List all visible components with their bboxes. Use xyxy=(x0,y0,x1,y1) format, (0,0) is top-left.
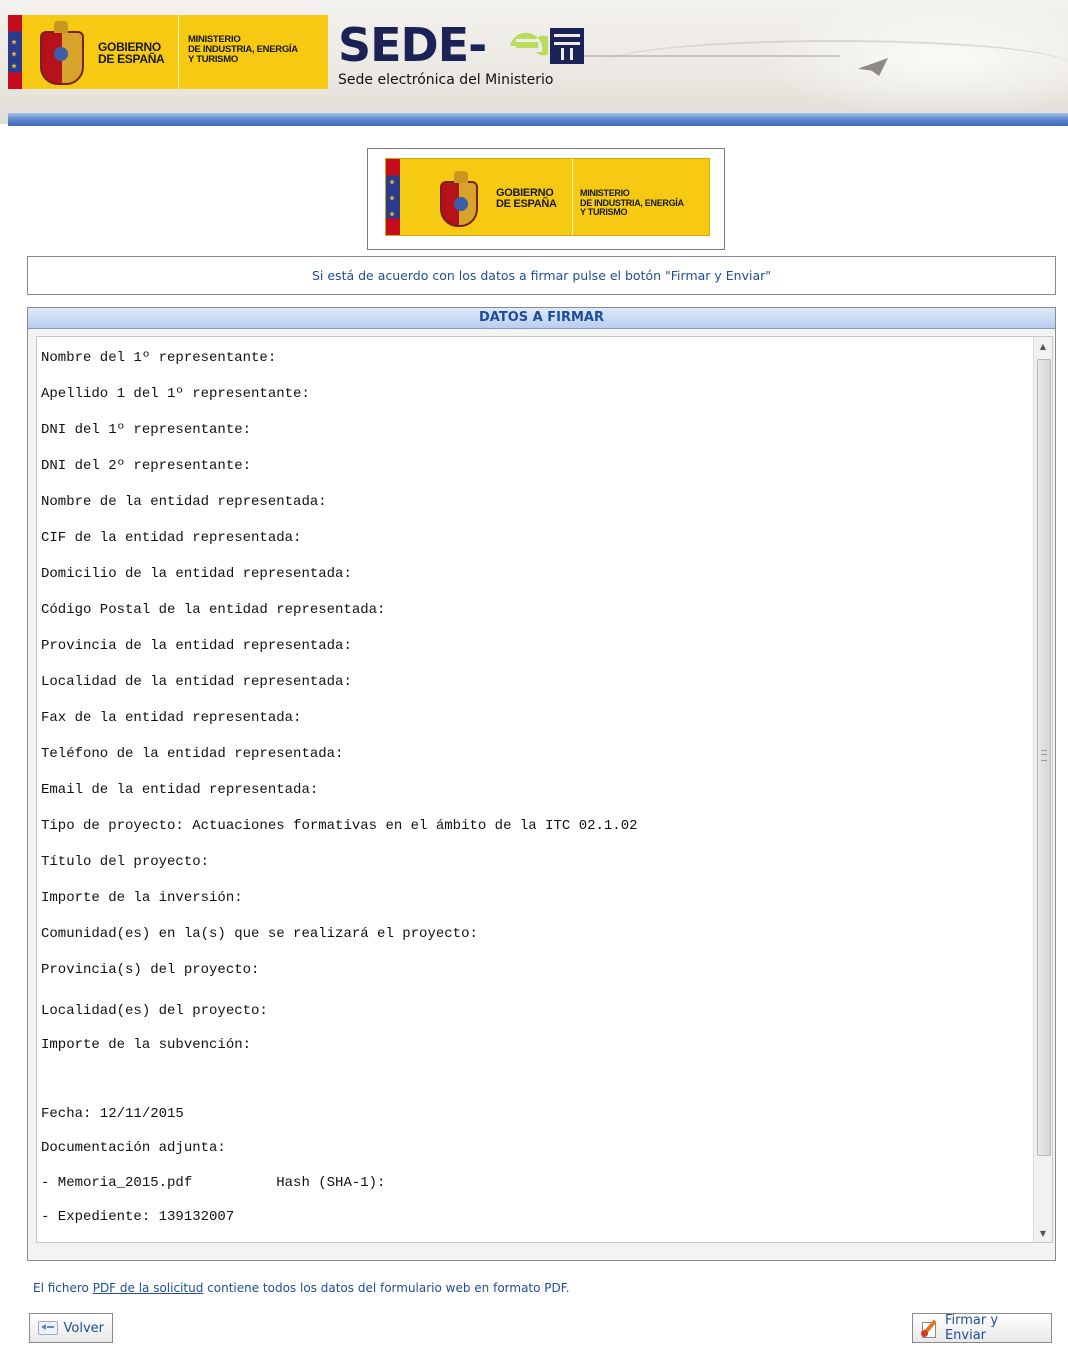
header-bar xyxy=(8,113,1068,126)
site-header: GOBIERNO DE ESPAÑA MINISTERIO DE INDUSTR… xyxy=(0,0,1068,124)
data-line: Importe de la subvención: xyxy=(41,1037,252,1053)
instruction-text: Si está de acuerdo con los datos a firma… xyxy=(311,268,771,283)
sign-and-send-button[interactable]: Firmar y Enviar xyxy=(912,1313,1052,1343)
sede-grid-icon xyxy=(550,28,584,64)
header-decoration-line xyxy=(560,55,840,57)
data-line: Código Postal de la entidad representada… xyxy=(41,602,386,618)
government-logo[interactable]: GOBIERNO DE ESPAÑA MINISTERIO DE INDUSTR… xyxy=(8,15,328,89)
data-line: Localidad(es) del proyecto: xyxy=(41,1003,268,1019)
sign-document-icon xyxy=(921,1319,939,1338)
data-line: Provincia(s) del proyecto: xyxy=(41,962,260,978)
data-line: CIF de la entidad representada: xyxy=(41,530,302,546)
pdf-note: El fichero PDF de la solicitud contiene … xyxy=(33,1281,570,1295)
vertical-scrollbar[interactable]: ▲ ▼ xyxy=(1033,337,1052,1242)
data-line: Provincia de la entidad representada: xyxy=(41,638,352,654)
sede-logo-title: SEDE- xyxy=(338,18,487,72)
instruction-notice: Si está de acuerdo con los datos a firma… xyxy=(27,256,1056,295)
data-line: Documentación adjunta: xyxy=(41,1140,226,1156)
data-line: Comunidad(es) en la(s) que se realizará … xyxy=(41,926,478,942)
data-line: DNI del 1º representante: xyxy=(41,422,252,438)
data-line: Email de la entidad representada: xyxy=(41,782,319,798)
data-line: Fecha: 12/11/2015 xyxy=(41,1106,184,1122)
coat-of-arms-icon xyxy=(40,21,84,85)
data-line: Domicilio de la entidad representada: xyxy=(41,566,352,582)
ministry-logo-frame: GOBIERNO DE ESPAÑA MINISTERIO DE INDUSTR… xyxy=(367,148,725,250)
data-line: Título del proyecto: xyxy=(41,854,210,870)
scroll-thumb[interactable] xyxy=(1037,359,1051,1156)
data-line: - Expediente: 139132007 xyxy=(41,1209,235,1225)
logo-gov-name: GOBIERNO DE ESPAÑA xyxy=(496,187,557,210)
gov-name: GOBIERNO DE ESPAÑA xyxy=(98,40,165,66)
pdf-link[interactable]: PDF de la solicitud xyxy=(93,1281,204,1295)
ministry-name: MINISTERIO DE INDUSTRIA, ENERGÍA Y TURIS… xyxy=(188,34,298,65)
scroll-down-icon[interactable]: ▼ xyxy=(1034,1224,1052,1242)
coat-of-arms-icon xyxy=(440,171,478,227)
header-decoration xyxy=(600,40,1068,102)
data-line: Localidad de la entidad representada: xyxy=(41,674,352,690)
data-line: - Memoria_2015.pdf Hash (SHA-1): xyxy=(41,1175,386,1191)
data-line: Apellido 1 del 1º representante: xyxy=(41,386,310,402)
ministry-logo: GOBIERNO DE ESPAÑA MINISTERIO DE INDUSTR… xyxy=(385,158,710,236)
eu-flag-stripe xyxy=(386,159,400,235)
sede-subtitle: Sede electrónica del Ministerio xyxy=(338,72,554,88)
data-line: Nombre de la entidad representada: xyxy=(41,494,327,510)
data-line: Importe de la inversión: xyxy=(41,890,243,906)
data-line: Fax de la entidad representada: xyxy=(41,710,302,726)
arrow-left-icon xyxy=(38,1321,58,1335)
data-line: Tipo de proyecto: Actuaciones formativas… xyxy=(41,818,638,834)
data-line: Nombre del 1º representante: xyxy=(41,350,277,366)
scroll-up-icon[interactable]: ▲ xyxy=(1034,337,1052,355)
panel-title: DATOS A FIRMAR xyxy=(28,308,1055,329)
eu-flag-stripe xyxy=(8,15,22,89)
data-line: Teléfono de la entidad representada: xyxy=(41,746,344,762)
data-line: DNI del 2º representante: xyxy=(41,458,252,474)
data-to-sign-textarea[interactable]: Nombre del 1º representante: Apellido 1 d… xyxy=(36,336,1053,1243)
logo-ministry-name: MINISTERIO DE INDUSTRIA, ENERGÍA Y TURIS… xyxy=(580,188,684,217)
sede-e-icon xyxy=(510,32,548,56)
back-button[interactable]: Volver xyxy=(29,1313,113,1343)
data-to-sign-panel: DATOS A FIRMAR Nombre del 1º representan… xyxy=(27,307,1056,1261)
